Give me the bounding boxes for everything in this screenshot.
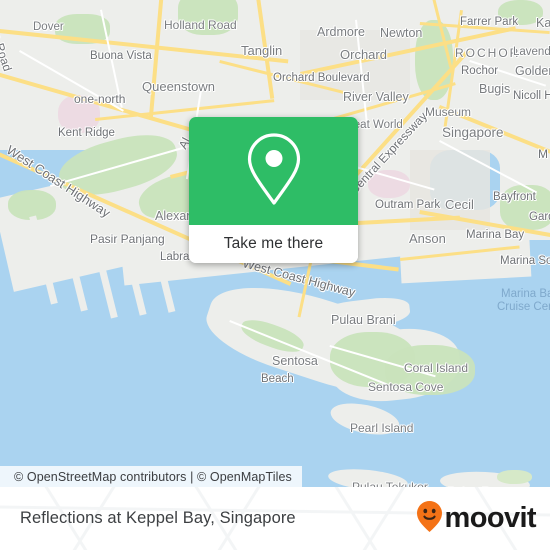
moovit-map-page: Dover Holland Road Ardmore Newton Farrer Par… <box>0 0 550 550</box>
map-park-sentosa-east <box>385 345 475 395</box>
map-pin-icon <box>243 130 305 213</box>
page-footer: Reflections at Keppel Bay, Singapore moo… <box>0 487 550 550</box>
take-me-there-label: Take me there <box>223 235 324 252</box>
take-me-there-button[interactable]: Take me there <box>189 225 358 263</box>
location-popup-card[interactable]: Take me there <box>189 117 358 263</box>
map-builtup-orchard <box>300 30 410 100</box>
page-title-text: Reflections at Keppel Bay, Singapore <box>20 509 296 527</box>
map-canvas[interactable]: Dover Holland Road Ardmore Newton Farrer Par… <box>0 0 550 487</box>
map-park-gardens-by-bay <box>500 185 550 230</box>
moovit-logo[interactable]: moovit <box>416 487 537 550</box>
popup-card-image <box>189 117 358 225</box>
moovit-smiley-pin-icon <box>416 500 443 538</box>
map-area-outram <box>368 170 410 198</box>
page-title: Reflections at Keppel Bay, Singapore <box>20 487 296 550</box>
map-attribution-text: © OpenStreetMap contributors | © OpenMap… <box>14 469 292 484</box>
moovit-wordmark: moovit <box>444 502 537 534</box>
map-park-east <box>498 0 543 25</box>
map-park-botanic <box>178 0 238 35</box>
map-attribution[interactable]: © OpenStreetMap contributors | © OpenMap… <box>0 466 302 487</box>
map-park-renget <box>497 470 532 484</box>
